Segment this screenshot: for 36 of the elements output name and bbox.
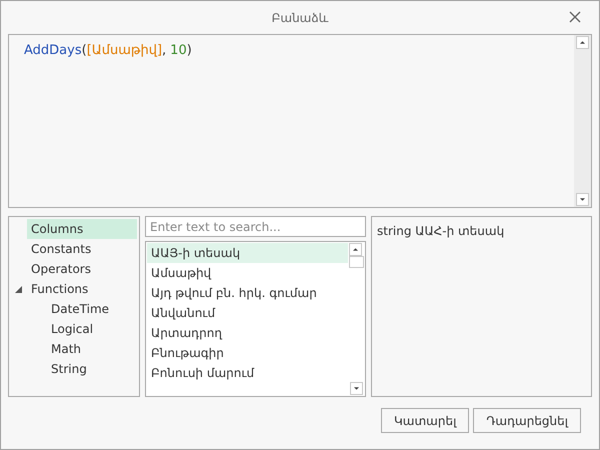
punctuation: ) — [186, 42, 192, 60]
expanded-triangle-icon[interactable] — [14, 286, 22, 292]
list-item[interactable]: Ամսաթիվ — [147, 263, 348, 283]
scrollbar[interactable] — [574, 35, 591, 207]
scroll-thumb[interactable] — [349, 256, 364, 268]
expression-editor[interactable]: AddDays([Ամսաթիվ], 10) — [8, 34, 592, 208]
list-item[interactable]: ԱԱՅ-ի տեսակ — [147, 243, 348, 263]
list-item[interactable]: Անվանում — [147, 303, 348, 323]
function-name: AddDays — [24, 42, 82, 60]
field-reference: [Ամսաթիվ] — [86, 42, 162, 60]
list-item[interactable]: Այդ թվում բն. հրկ. գումար — [147, 283, 348, 303]
list-item[interactable]: Արտադրող — [147, 323, 348, 343]
scroll-up-icon[interactable] — [349, 243, 362, 256]
scroll-up-icon[interactable] — [576, 36, 589, 49]
scroll-down-icon[interactable] — [576, 193, 589, 206]
close-icon[interactable] — [569, 11, 581, 23]
search-field[interactable]: Enter text to search... — [145, 216, 366, 237]
scroll-down-icon[interactable] — [350, 382, 363, 395]
window-title: Բանաձև — [272, 10, 328, 26]
list-item[interactable]: Բնութագիր — [147, 343, 348, 363]
punctuation: , — [162, 42, 166, 60]
dialog-button[interactable]: Կատարել — [381, 408, 470, 433]
tree-item[interactable]: DateTime — [47, 299, 137, 319]
tree-item[interactable]: Operators — [27, 259, 137, 279]
tree-item[interactable]: Logical — [47, 319, 137, 339]
dialog-button[interactable]: Դադարեցնել — [473, 408, 581, 433]
scrollbar[interactable] — [348, 242, 365, 396]
tree-item[interactable]: Columns — [27, 219, 137, 239]
punctuation: ( — [82, 42, 87, 60]
tree-item[interactable]: Functions — [27, 279, 137, 299]
tree-item[interactable]: Math — [47, 339, 137, 359]
tree-item[interactable]: Constants — [27, 239, 137, 259]
description-text: string ԱԱՀ-ի տեսակ — [377, 224, 504, 238]
list-item[interactable]: Բոնուսի մարում — [147, 363, 348, 383]
number-literal: 10 — [170, 42, 187, 60]
tree-item[interactable]: String — [47, 359, 137, 379]
